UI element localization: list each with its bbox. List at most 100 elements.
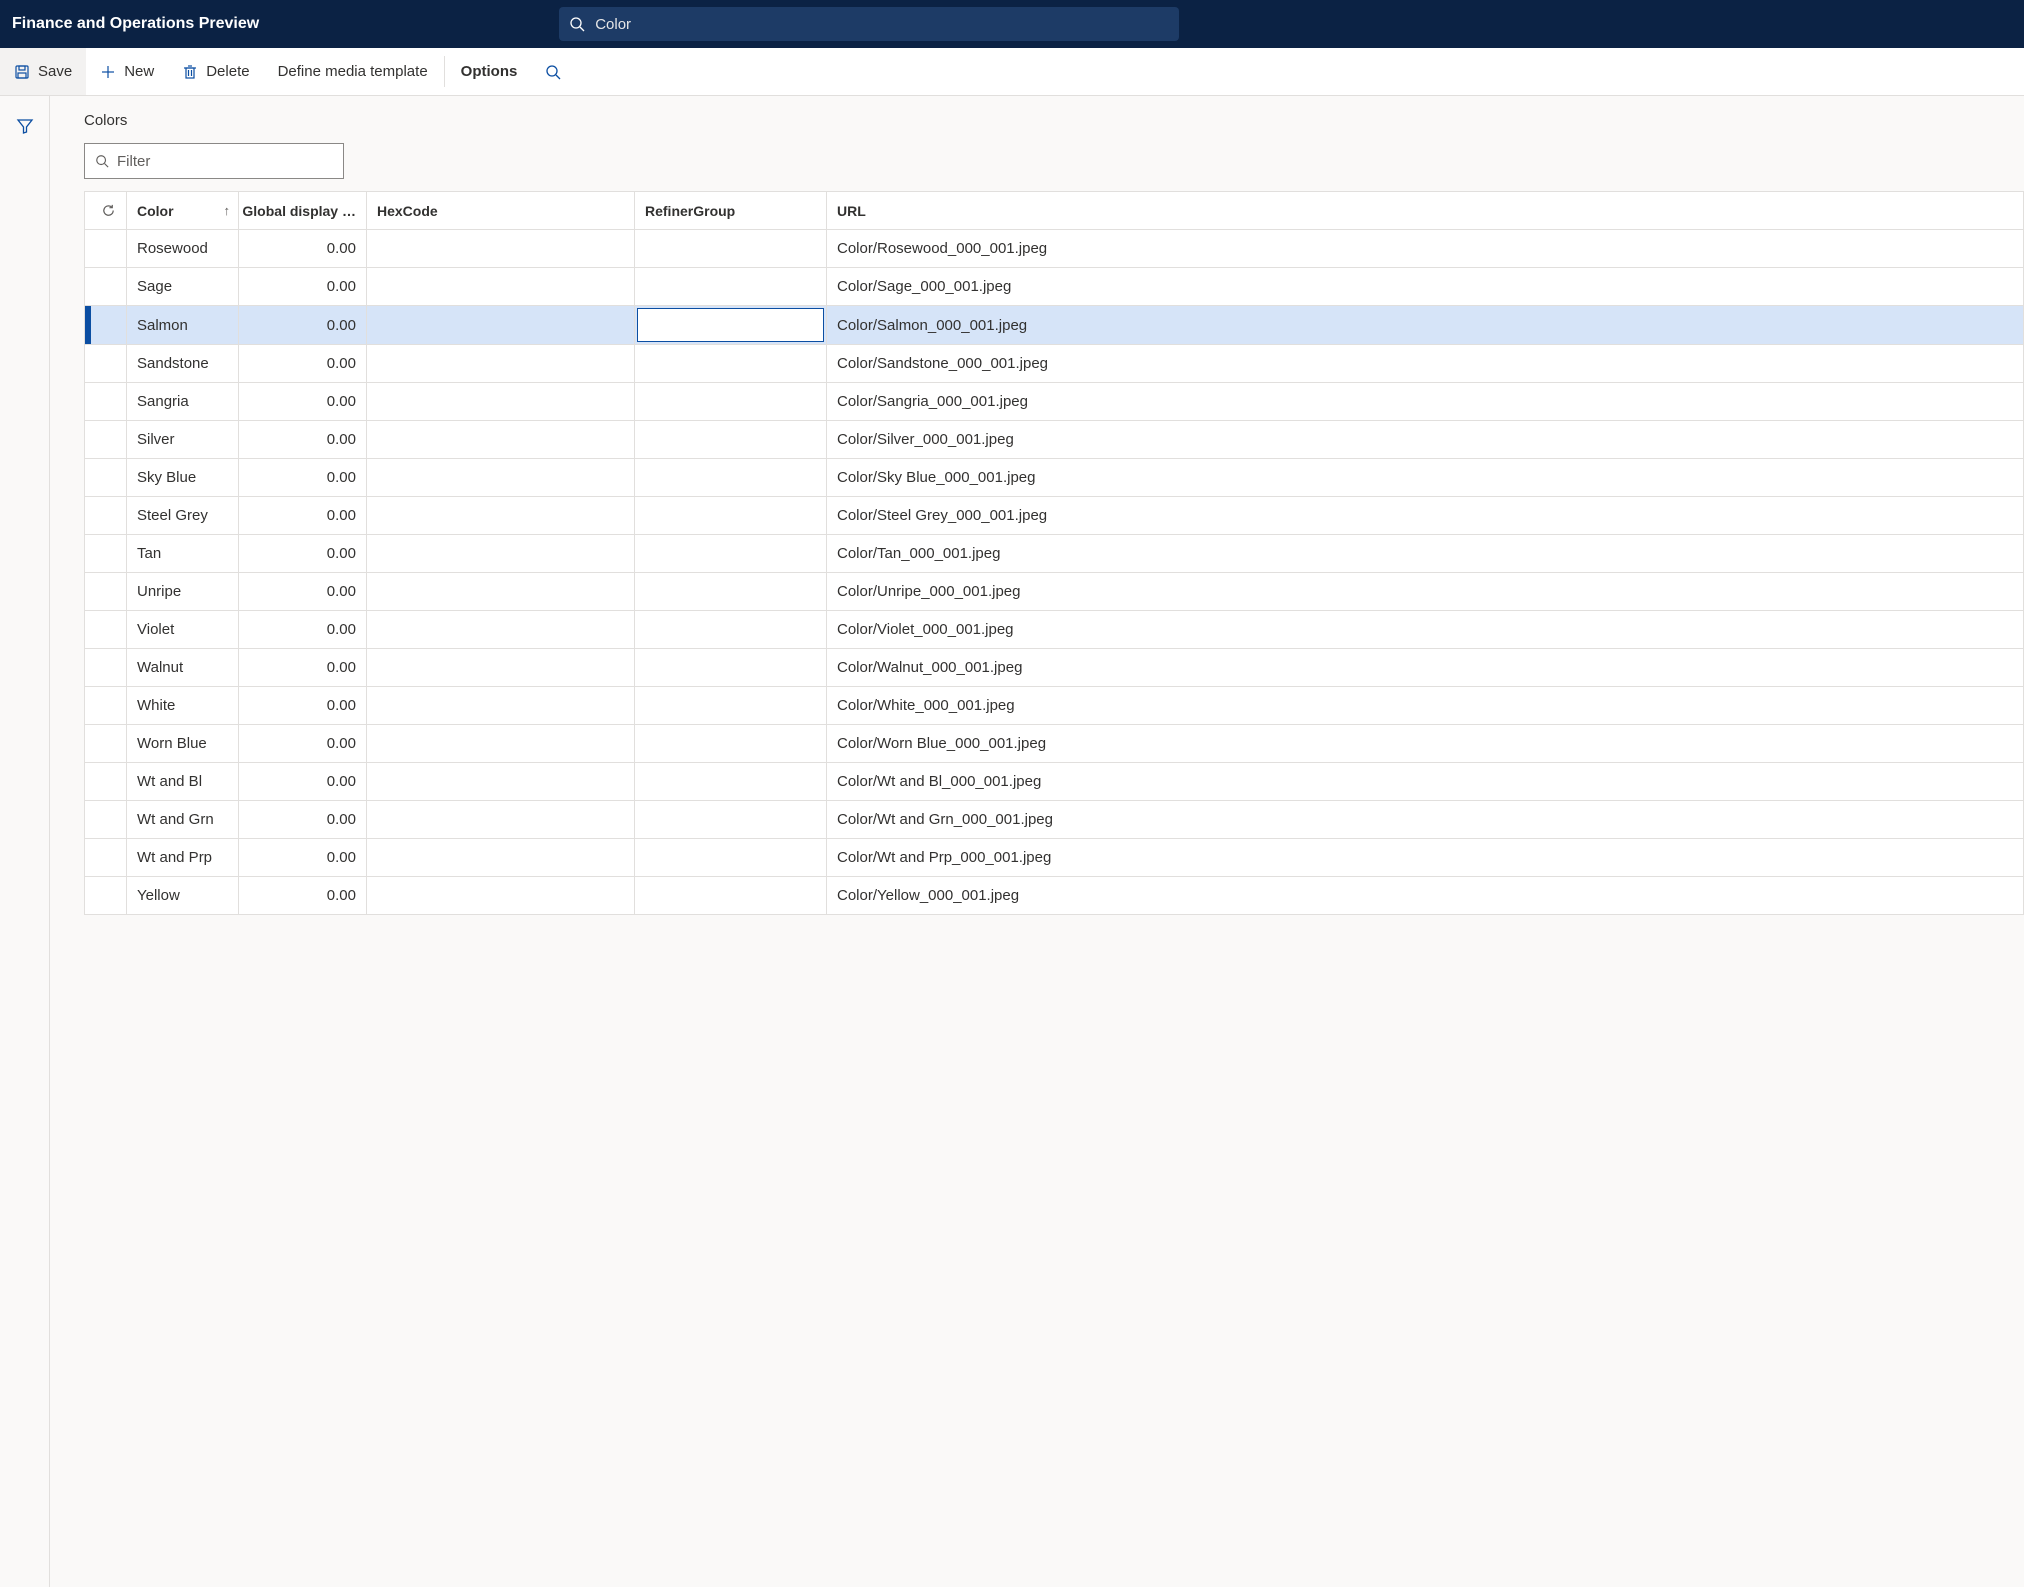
cell-refinergroup[interactable]	[635, 230, 827, 267]
define-media-template-button[interactable]: Define media template	[264, 48, 442, 95]
cell-refinergroup[interactable]	[635, 763, 827, 800]
cell-refinergroup[interactable]	[635, 573, 827, 610]
cell-hexcode[interactable]	[367, 649, 635, 686]
cell-refinergroup[interactable]	[635, 877, 827, 914]
cell-refinergroup[interactable]	[635, 421, 827, 458]
row-selector-cell[interactable]	[91, 306, 127, 344]
cell-url[interactable]: Color/Sage_000_001.jpeg	[827, 268, 2023, 305]
cell-color[interactable]: Wt and Grn	[127, 801, 239, 838]
cell-refinergroup[interactable]	[635, 459, 827, 496]
cell-global-display[interactable]: 0.00	[239, 877, 367, 914]
cell-global-display[interactable]: 0.00	[239, 573, 367, 610]
cell-hexcode[interactable]	[367, 230, 635, 267]
column-header-color[interactable]: Color ↑	[127, 192, 239, 229]
row-selector-cell[interactable]	[91, 421, 127, 458]
cell-color[interactable]: Wt and Prp	[127, 839, 239, 876]
global-search[interactable]: Color	[559, 7, 1179, 41]
row-selector-cell[interactable]	[91, 268, 127, 305]
cell-global-display[interactable]: 0.00	[239, 763, 367, 800]
cell-global-display[interactable]: 0.00	[239, 268, 367, 305]
cell-global-display[interactable]: 0.00	[239, 725, 367, 762]
cell-global-display[interactable]: 0.00	[239, 649, 367, 686]
cell-url[interactable]: Color/White_000_001.jpeg	[827, 687, 2023, 724]
column-header-url[interactable]: URL	[827, 192, 2023, 229]
row-selector-cell[interactable]	[91, 725, 127, 762]
row-selector-cell[interactable]	[91, 877, 127, 914]
options-button[interactable]: Options	[447, 48, 532, 95]
cell-hexcode[interactable]	[367, 345, 635, 382]
cell-url[interactable]: Color/Sangria_000_001.jpeg	[827, 383, 2023, 420]
cell-global-display[interactable]: 0.00	[239, 611, 367, 648]
cell-url[interactable]: Color/Unripe_000_001.jpeg	[827, 573, 2023, 610]
cell-refinergroup[interactable]	[635, 839, 827, 876]
cell-hexcode[interactable]	[367, 383, 635, 420]
cell-refinergroup[interactable]	[635, 383, 827, 420]
cell-global-display[interactable]: 0.00	[239, 497, 367, 534]
cell-refinergroup[interactable]	[635, 611, 827, 648]
cell-global-display[interactable]: 0.00	[239, 459, 367, 496]
cell-refinergroup[interactable]	[635, 535, 827, 572]
cell-color[interactable]: White	[127, 687, 239, 724]
table-row[interactable]: Wt and Bl0.00Color/Wt and Bl_000_001.jpe…	[85, 763, 2023, 801]
cell-hexcode[interactable]	[367, 839, 635, 876]
cell-hexcode[interactable]	[367, 763, 635, 800]
cell-url[interactable]: Color/Rosewood_000_001.jpeg	[827, 230, 2023, 267]
column-header-hexcode[interactable]: HexCode	[367, 192, 635, 229]
row-selector-cell[interactable]	[91, 345, 127, 382]
cell-hexcode[interactable]	[367, 535, 635, 572]
cell-global-display[interactable]: 0.00	[239, 535, 367, 572]
cell-hexcode[interactable]	[367, 573, 635, 610]
cell-color[interactable]: Walnut	[127, 649, 239, 686]
cell-global-display[interactable]: 0.00	[239, 383, 367, 420]
cell-url[interactable]: Color/Silver_000_001.jpeg	[827, 421, 2023, 458]
cell-url[interactable]: Color/Steel Grey_000_001.jpeg	[827, 497, 2023, 534]
table-row[interactable]: Salmon0.00Color/Salmon_000_001.jpeg	[85, 306, 2023, 345]
cell-refinergroup[interactable]	[635, 345, 827, 382]
table-row[interactable]: Tan0.00Color/Tan_000_001.jpeg	[85, 535, 2023, 573]
table-row[interactable]: Steel Grey0.00Color/Steel Grey_000_001.j…	[85, 497, 2023, 535]
row-selector-cell[interactable]	[91, 573, 127, 610]
cell-hexcode[interactable]	[367, 497, 635, 534]
table-row[interactable]: White0.00 Color/White_000_001.jpeg	[85, 687, 2023, 725]
row-selector-cell[interactable]	[91, 535, 127, 572]
table-row[interactable]: Silver0.00Color/Silver_000_001.jpeg	[85, 421, 2023, 459]
row-selector-cell[interactable]	[91, 801, 127, 838]
cell-color[interactable]: Rosewood	[127, 230, 239, 267]
row-selector-cell[interactable]	[91, 611, 127, 648]
cell-hexcode[interactable]	[367, 306, 635, 344]
cell-color[interactable]: Sangria	[127, 383, 239, 420]
cell-url[interactable]: Color/Sandstone_000_001.jpeg	[827, 345, 2023, 382]
table-row[interactable]: Sage0.00Color/Sage_000_001.jpeg	[85, 268, 2023, 306]
cell-global-display[interactable]: 0.00	[239, 421, 367, 458]
cell-refinergroup[interactable]	[635, 497, 827, 534]
cell-refinergroup[interactable]	[635, 306, 827, 344]
table-row[interactable]: Wt and Prp0.00Color/Wt and Prp_000_001.j…	[85, 839, 2023, 877]
cell-refinergroup-input[interactable]	[637, 308, 824, 342]
refresh-column-header[interactable]	[91, 192, 127, 229]
grid-filter-input[interactable]	[117, 153, 333, 170]
cell-color[interactable]: Worn Blue	[127, 725, 239, 762]
cell-hexcode[interactable]	[367, 725, 635, 762]
cell-url[interactable]: Color/Walnut_000_001.jpeg	[827, 649, 2023, 686]
delete-button[interactable]: Delete	[168, 48, 263, 95]
cell-refinergroup[interactable]	[635, 725, 827, 762]
table-row[interactable]: Wt and Grn0.00Color/Wt and Grn_000_001.j…	[85, 801, 2023, 839]
cell-url[interactable]: Color/Violet_000_001.jpeg	[827, 611, 2023, 648]
cell-global-display[interactable]: 0.00	[239, 345, 367, 382]
cell-refinergroup[interactable]	[635, 268, 827, 305]
row-selector-cell[interactable]	[91, 687, 127, 724]
grid-filter[interactable]	[84, 143, 344, 179]
row-selector-cell[interactable]	[91, 763, 127, 800]
table-row[interactable]: Violet0.00Color/Violet_000_001.jpeg	[85, 611, 2023, 649]
cell-hexcode[interactable]	[367, 801, 635, 838]
cell-refinergroup[interactable]	[635, 649, 827, 686]
row-selector-cell[interactable]	[91, 383, 127, 420]
command-search-button[interactable]	[531, 48, 575, 95]
table-row[interactable]: Worn Blue0.00Color/Worn Blue_000_001.jpe…	[85, 725, 2023, 763]
cell-refinergroup[interactable]	[635, 801, 827, 838]
column-header-global-display[interactable]: Global display …	[239, 192, 367, 229]
cell-color[interactable]: Yellow	[127, 877, 239, 914]
cell-global-display[interactable]: 0.00	[239, 687, 367, 724]
table-row[interactable]: Walnut0.00 Color/Walnut_000_001.jpeg	[85, 649, 2023, 687]
cell-color[interactable]: Sandstone	[127, 345, 239, 382]
